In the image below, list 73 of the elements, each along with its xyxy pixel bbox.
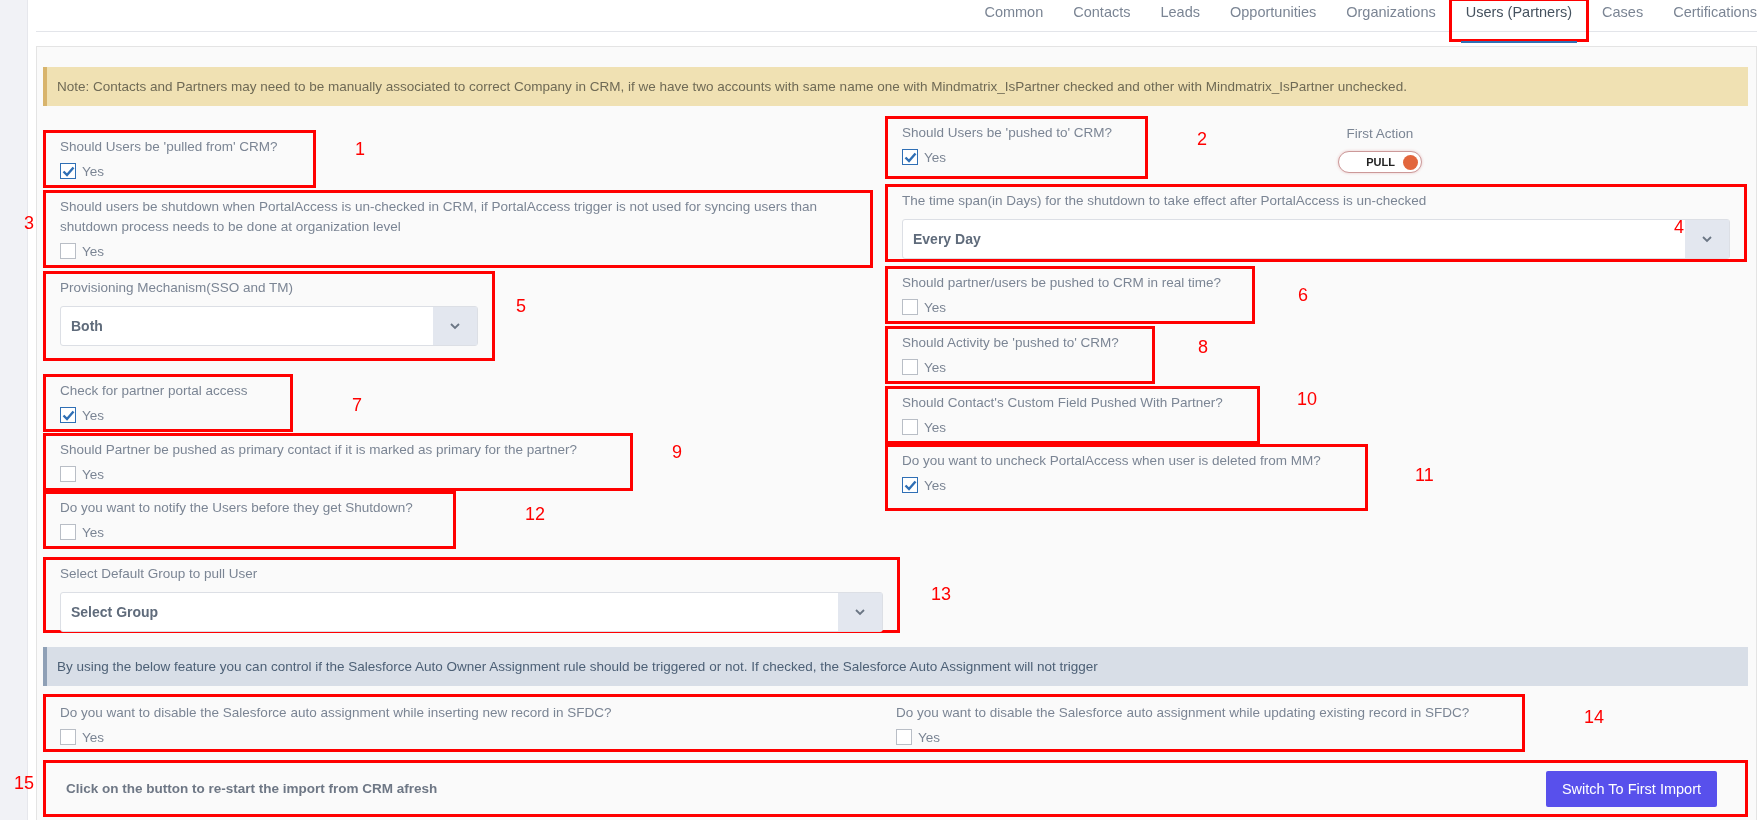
checkbox-label: Yes — [918, 729, 941, 745]
toggle-switch[interactable]: PULL — [1338, 151, 1422, 173]
chevron-down-icon — [1702, 235, 1712, 243]
note-banner: Note: Contacts and Partners may need to be manually associated to correct Company in CRM, if we have two accounts with same name one with Mindmatrix_IsPartner checked and other with Mindmatrix_IsPartner unchecked. — [43, 67, 1748, 106]
field-label: Should Contact's Custom Field Pushed With Partner? — [902, 394, 1224, 412]
annotation-number: 5 — [516, 296, 526, 317]
annotation-number: 14 — [1584, 707, 1605, 728]
checkbox-label: Yes — [82, 729, 105, 745]
checkbox-label: Yes — [924, 299, 947, 315]
checkbox-label: Yes — [924, 419, 947, 435]
checkbox[interactable] — [896, 729, 912, 745]
checkbox-label: Yes — [924, 359, 947, 375]
chevron-down-icon — [450, 322, 460, 330]
checkbox[interactable] — [902, 299, 918, 315]
checkbox-label: Yes — [82, 163, 105, 179]
switch-import-button[interactable]: Switch To First Import — [1545, 770, 1717, 807]
checkbox-label: Yes — [82, 407, 105, 423]
tab[interactable]: Contacts — [1058, 0, 1146, 27]
field-label: Do you want to notify the Users before they get Shutdown? — [60, 499, 414, 517]
checkbox[interactable] — [902, 149, 918, 165]
annotation-number: 8 — [1198, 337, 1208, 358]
checkbox-label: Yes — [82, 466, 105, 482]
annotation-number: 9 — [672, 442, 682, 463]
tab[interactable]: Certifications — [1658, 0, 1757, 27]
checkbox[interactable] — [902, 359, 918, 375]
annotation-number: 1 — [355, 139, 365, 160]
field-label: Provisioning Mechanism(SSO and TM) — [60, 279, 295, 297]
field-label: Should Users be 'pushed to' CRM? — [902, 124, 1113, 142]
field-label: Should users be shutdown when PortalAccess is un-checked in CRM, if PortalAccess trigger is not used for syncing users than shutdown process needs to be done at organization level — [60, 198, 819, 236]
tab[interactable]: Organizations — [1331, 0, 1451, 27]
checkbox-label: Yes — [924, 149, 947, 165]
field-label: The time span(in Days) for the shutdown to take effect after PortalAccess is un-checked — [902, 192, 1428, 210]
field-label: Should Users be 'pulled from' CRM? — [60, 138, 279, 156]
tab[interactable]: Cases — [1587, 0, 1659, 27]
annotation-number: 15 — [13, 773, 34, 794]
field-label: Should Activity be 'pushed to' CRM? — [902, 334, 1120, 352]
checkbox-label: Yes — [82, 243, 105, 259]
checkbox[interactable] — [60, 407, 76, 423]
annotation-number: 13 — [931, 584, 952, 605]
checkbox[interactable] — [902, 419, 918, 435]
field-label: Check for partner portal access — [60, 382, 249, 400]
checkbox[interactable] — [60, 729, 76, 745]
dropdown-field[interactable]: Both — [60, 306, 478, 346]
tab[interactable]: Common — [969, 0, 1059, 27]
annotation-number: 7 — [352, 395, 362, 416]
annotation-number: 6 — [1298, 285, 1308, 306]
annotation-number: 4 — [1674, 217, 1684, 238]
annotation-number: 3 — [24, 213, 34, 234]
tab[interactable]: Opportunities — [1215, 0, 1332, 27]
checkbox[interactable] — [60, 163, 76, 179]
annotation-number: 2 — [1197, 129, 1207, 150]
field-label: Do you want to uncheck PortalAccess when user is deleted from MM? — [902, 452, 1322, 470]
restart-text: Click on the button to re-start the import from CRM afresh — [66, 781, 438, 796]
tab[interactable]: Leads — [1145, 0, 1215, 27]
checkbox[interactable] — [60, 524, 76, 540]
info-banner: By using the below feature you can control if the Salesforce Auto Owner Assignment rule should be triggered or not. If checked, the Salesforce Auto Assignment will not trigger — [43, 647, 1748, 686]
tab[interactable]: Users (Partners) — [1450, 0, 1588, 40]
checkbox-label: Yes — [924, 477, 947, 493]
chevron-down-icon — [855, 608, 865, 616]
field-label: Should partner/users be pushed to CRM in real time? — [902, 274, 1222, 292]
checkbox-label: Yes — [82, 524, 105, 540]
annotation-number: 10 — [1297, 389, 1318, 410]
field-label: Do you want to disable the Salesforce auto assignment while inserting new record in SFDC? — [60, 704, 613, 722]
field-label: First Action — [1346, 125, 1414, 143]
checkbox[interactable] — [60, 466, 76, 482]
field-label: Do you want to disable the Salesforce auto assignment while updating existing record in SFDC? — [896, 704, 1471, 722]
annotation-number: 12 — [525, 504, 546, 525]
dropdown-field[interactable]: Select Group — [60, 592, 883, 632]
checkbox[interactable] — [902, 477, 918, 493]
annotation-number: 11 — [1415, 465, 1434, 486]
field-label: Select Default Group to pull User — [60, 565, 259, 583]
field-label: Should Partner be pushed as primary contact if it is marked as primary for the partner? — [60, 441, 578, 459]
checkbox[interactable] — [60, 243, 76, 259]
